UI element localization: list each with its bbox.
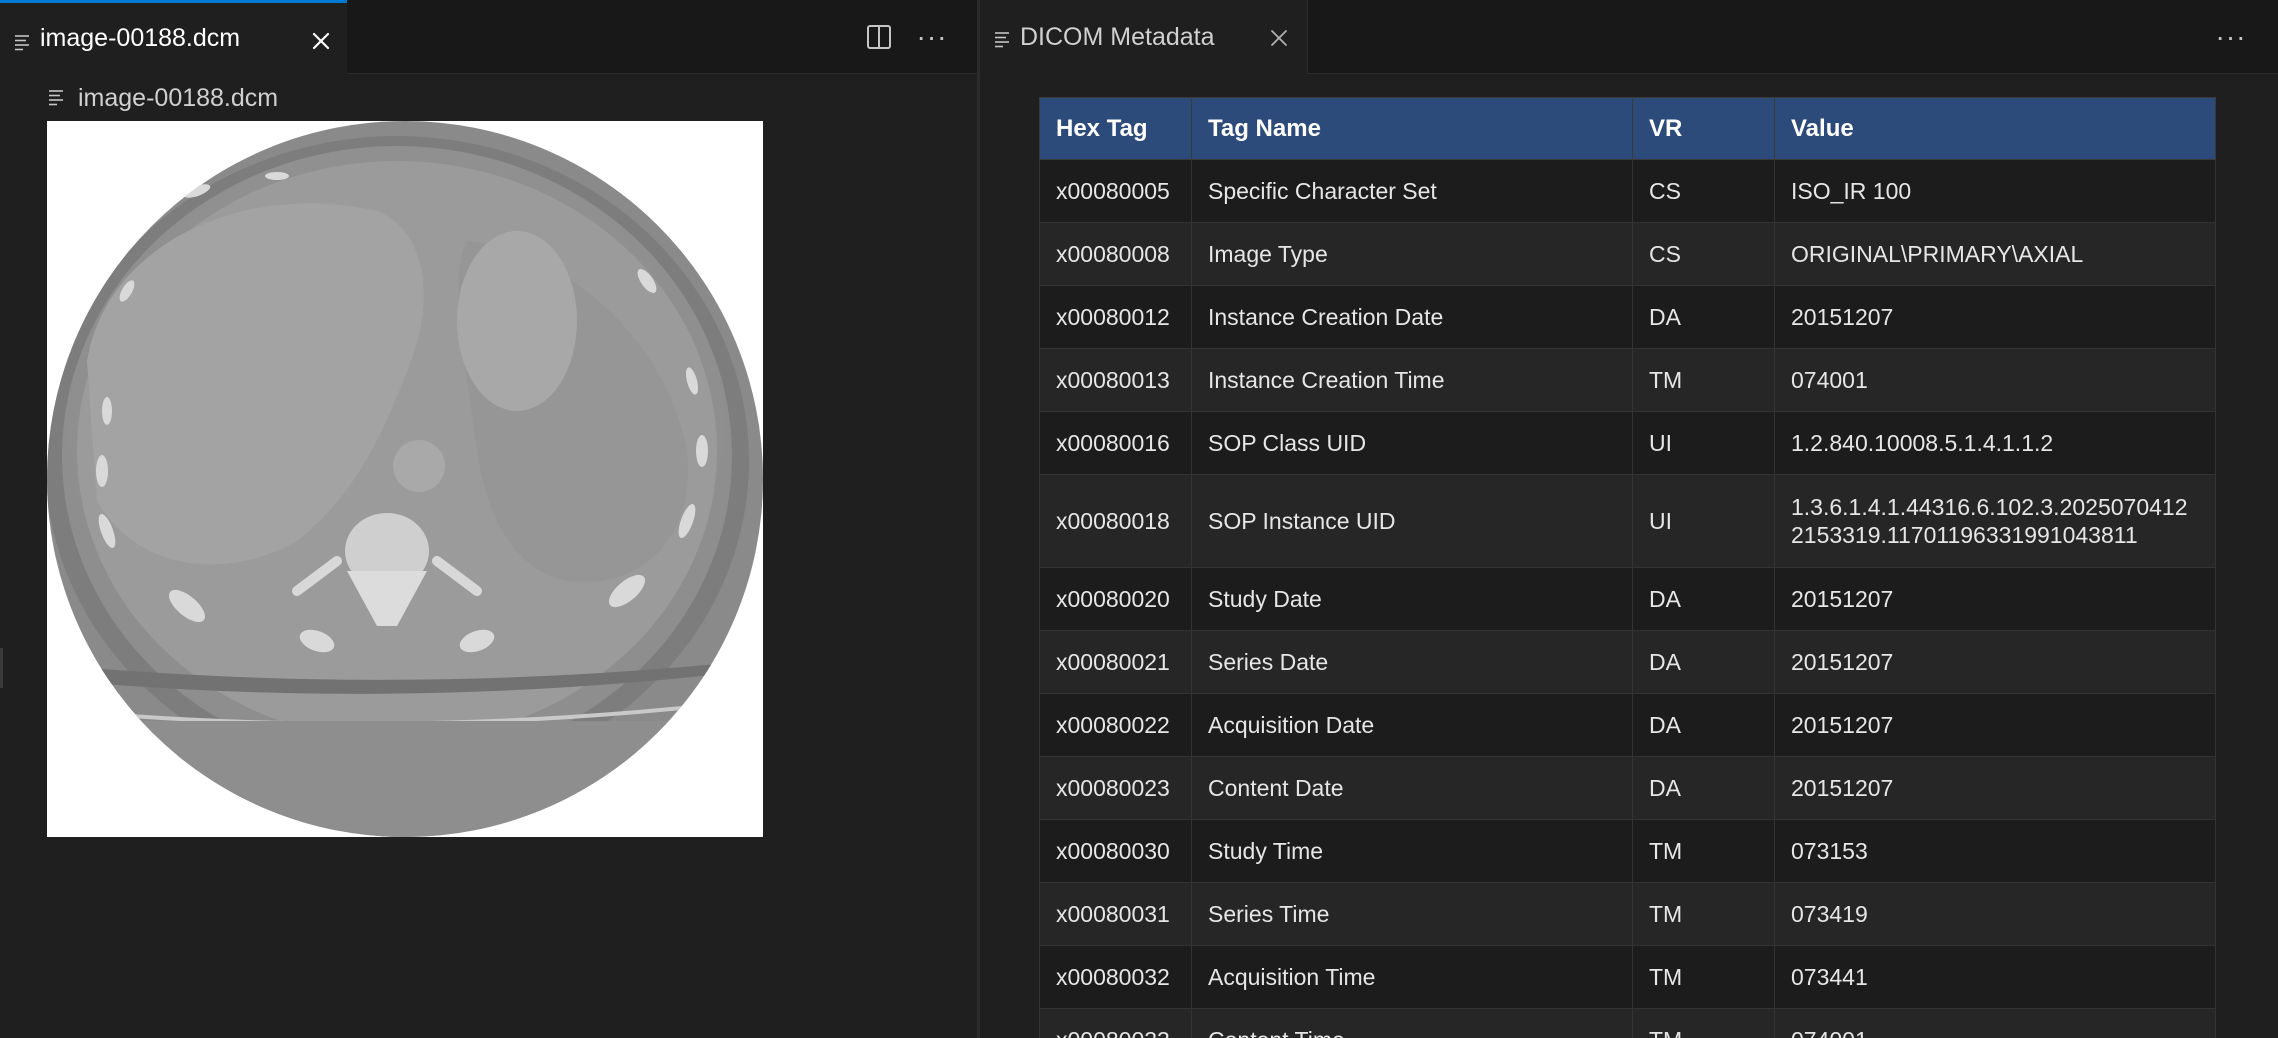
column-header-vr[interactable]: VR	[1632, 97, 1775, 160]
cell-vr: DA	[1632, 756, 1775, 820]
cell-tag-name: Content Date	[1191, 756, 1633, 820]
metadata-table: Hex Tag Tag Name VR Value x00080005 Speci…	[1039, 97, 2216, 1038]
cell-vr: TM	[1632, 1008, 1775, 1038]
table-row[interactable]: x00080020 Study Date DA 20151207	[1039, 567, 2216, 631]
cell-hex-tag: x00080016	[1039, 411, 1192, 475]
cell-hex-tag: x00080033	[1039, 1008, 1192, 1038]
table-row[interactable]: x00080005 Specific Character Set CS ISO_IR …	[1039, 159, 2216, 223]
table-row[interactable]: x00080031 Series Time TM 073419	[1039, 882, 2216, 946]
table-row[interactable]: x00080022 Acquisition Date DA 20151207	[1039, 693, 2216, 757]
cell-hex-tag: x00080023	[1039, 756, 1192, 820]
close-icon[interactable]	[1269, 26, 1289, 55]
cell-value: 20151207	[1774, 567, 2216, 631]
table-row[interactable]: x00080023 Content Date DA 20151207	[1039, 756, 2216, 820]
more-actions-icon[interactable]: ···	[2216, 22, 2246, 52]
cell-hex-tag: x00080013	[1039, 348, 1192, 412]
breadcrumb-file-name: image-00188.dcm	[78, 83, 279, 112]
cell-hex-tag: x00080008	[1039, 222, 1192, 286]
close-icon[interactable]	[311, 29, 331, 58]
cell-hex-tag: x00080032	[1039, 945, 1192, 1009]
table-row[interactable]: x00080013 Instance Creation Time TM 074001	[1039, 348, 2216, 412]
cell-tag-name: Series Date	[1191, 630, 1633, 694]
more-actions-icon[interactable]: ···	[917, 22, 947, 52]
cell-tag-name: Acquisition Date	[1191, 693, 1633, 757]
dicom-image-view[interactable]	[47, 121, 763, 837]
cell-hex-tag: x00080031	[1039, 882, 1192, 946]
table-row[interactable]: x00080021 Series Date DA 20151207	[1039, 630, 2216, 694]
cell-value: 20151207	[1774, 630, 2216, 694]
cell-value: 074001	[1774, 348, 2216, 412]
cell-tag-name: Study Date	[1191, 567, 1633, 631]
ct-slice-image	[47, 121, 763, 837]
metadata-table-body: x00080005 Specific Character Set CS ISO_IR …	[1039, 159, 2216, 1038]
breadcrumb[interactable]: image-00188.dcm	[48, 80, 278, 116]
cell-hex-tag: x00080005	[1039, 159, 1192, 223]
cell-tag-name: Specific Character Set	[1191, 159, 1633, 223]
cell-tag-name: Study Time	[1191, 819, 1633, 883]
cell-vr: DA	[1632, 285, 1775, 349]
cell-tag-name: SOP Class UID	[1191, 411, 1633, 475]
table-row[interactable]: x00080018 SOP Instance UID UI 1.3.6.1.4.1.4…	[1039, 474, 2216, 568]
cell-value: 1.2.840.10008.5.1.4.1.1.2	[1774, 411, 2216, 475]
cell-tag-name: Content Time	[1191, 1008, 1633, 1038]
table-row[interactable]: x00080030 Study Time TM 073153	[1039, 819, 2216, 883]
cell-vr: TM	[1632, 945, 1775, 1009]
table-header-row: Hex Tag Tag Name VR Value	[1039, 97, 2216, 160]
metadata-table-container: Hex Tag Tag Name VR Value x00080005 Speci…	[1039, 97, 2216, 1038]
cell-tag-name: Instance Creation Date	[1191, 285, 1633, 349]
cell-vr: UI	[1632, 411, 1775, 475]
cell-hex-tag: x00080030	[1039, 819, 1192, 883]
cell-value: 20151207	[1774, 693, 2216, 757]
tab-label: image-00188.dcm	[40, 24, 241, 52]
column-header-hex-tag[interactable]: Hex Tag	[1039, 97, 1192, 160]
cell-vr: TM	[1632, 348, 1775, 412]
table-row[interactable]: x00080008 Image Type CS ORIGINAL\PRIMARY\AX…	[1039, 222, 2216, 286]
cell-hex-tag: x00080012	[1039, 285, 1192, 349]
editor-tabbar: DICOM Metadata ···	[980, 0, 2278, 74]
cell-hex-tag: x00080022	[1039, 693, 1192, 757]
cell-hex-tag: x00080021	[1039, 630, 1192, 694]
file-lines-icon	[14, 29, 32, 58]
cell-tag-name: Series Time	[1191, 882, 1633, 946]
cell-tag-name: Instance Creation Time	[1191, 348, 1633, 412]
table-row[interactable]: x00080012 Instance Creation Date DA 2015120…	[1039, 285, 2216, 349]
cell-vr: DA	[1632, 630, 1775, 694]
cell-value: ORIGINAL\PRIMARY\AXIAL	[1774, 222, 2216, 286]
column-header-tag-name[interactable]: Tag Name	[1191, 97, 1633, 160]
file-lines-icon	[994, 26, 1012, 55]
cell-tag-name: Image Type	[1191, 222, 1633, 286]
table-row[interactable]: x00080032 Acquisition Time TM 073441	[1039, 945, 2216, 1009]
cell-vr: UI	[1632, 474, 1775, 568]
cell-value: 073419	[1774, 882, 2216, 946]
cell-value: ISO_IR 100	[1774, 159, 2216, 223]
tab-dicom-metadata[interactable]: DICOM Metadata	[980, 0, 1308, 74]
cell-value: 073153	[1774, 819, 2216, 883]
cell-value: 20151207	[1774, 285, 2216, 349]
cell-vr: TM	[1632, 882, 1775, 946]
cell-value: 073441	[1774, 945, 2216, 1009]
scrollbar-marker	[0, 648, 3, 688]
table-row[interactable]: x00080016 SOP Class UID UI 1.2.840.10008.5.…	[1039, 411, 2216, 475]
cell-vr: CS	[1632, 159, 1775, 223]
tab-label: DICOM Metadata	[1020, 22, 1215, 51]
cell-hex-tag: x00080020	[1039, 567, 1192, 631]
cell-tag-name: SOP Instance UID	[1191, 474, 1633, 568]
cell-vr: TM	[1632, 819, 1775, 883]
editor-tabbar: image-00188.dcm ···	[0, 0, 977, 74]
cell-vr: DA	[1632, 567, 1775, 631]
tab-image-file[interactable]: image-00188.dcm	[0, 0, 347, 74]
file-lines-icon	[48, 84, 66, 113]
cell-vr: DA	[1632, 693, 1775, 757]
cell-vr: CS	[1632, 222, 1775, 286]
table-row[interactable]: x00080033Content TimeTM074001	[1039, 1008, 2216, 1038]
image-editor-pane: image-00188.dcm ··· image-00188.dcm	[0, 0, 977, 1038]
metadata-editor-pane: DICOM Metadata ··· Hex Tag Tag Name VR V…	[980, 0, 2278, 1038]
cell-value: 074001	[1774, 1008, 2216, 1038]
split-editor-icon[interactable]	[864, 22, 894, 52]
cell-hex-tag: x00080018	[1039, 474, 1192, 568]
column-header-value[interactable]: Value	[1774, 97, 2216, 160]
cell-tag-name: Acquisition Time	[1191, 945, 1633, 1009]
cell-value: 1.3.6.1.4.1.44316.6.102.3.20250704122153…	[1774, 474, 2216, 568]
cell-value: 20151207	[1774, 756, 2216, 820]
